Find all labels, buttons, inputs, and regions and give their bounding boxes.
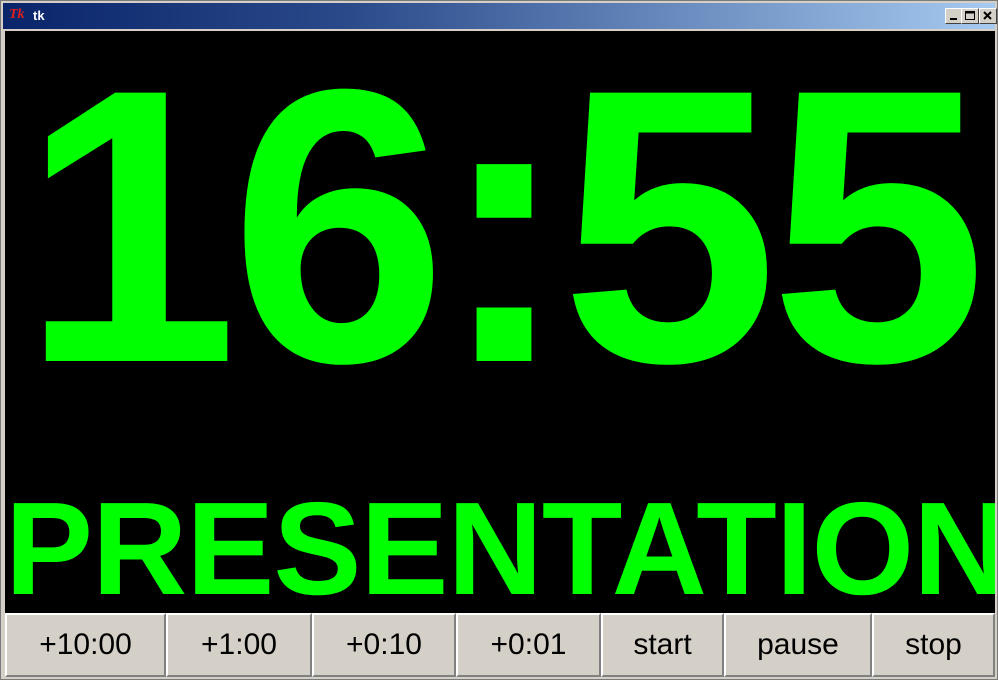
close-icon <box>983 11 992 20</box>
pause-button[interactable]: pause <box>724 613 872 677</box>
tk-logo-icon: Tk <box>9 7 25 22</box>
minimize-icon <box>950 18 957 20</box>
start-button[interactable]: start <box>601 613 724 677</box>
countdown-time: 16:55 <box>21 31 986 444</box>
add-10-seconds-button[interactable]: +0:10 <box>312 613 456 677</box>
mode-label: PRESENTATION <box>5 475 995 614</box>
add-1-minute-button[interactable]: +1:00 <box>166 613 312 677</box>
add-1-second-button[interactable]: +0:01 <box>456 613 601 677</box>
control-bar: +10:00 +1:00 +0:10 +0:01 start pause sto… <box>5 613 995 677</box>
app-window: Tk tk 16:55 PRESENTATION +10:00 +1:00 +0… <box>0 0 998 680</box>
stop-button[interactable]: stop <box>872 613 995 677</box>
close-button[interactable] <box>979 8 997 24</box>
window-title: tk <box>33 8 45 23</box>
timer-display: 16:55 PRESENTATION <box>5 31 995 613</box>
maximize-icon <box>965 11 975 20</box>
add-10-minutes-button[interactable]: +10:00 <box>5 613 166 677</box>
title-bar[interactable]: Tk tk <box>3 3 997 29</box>
maximize-button[interactable] <box>961 8 979 24</box>
